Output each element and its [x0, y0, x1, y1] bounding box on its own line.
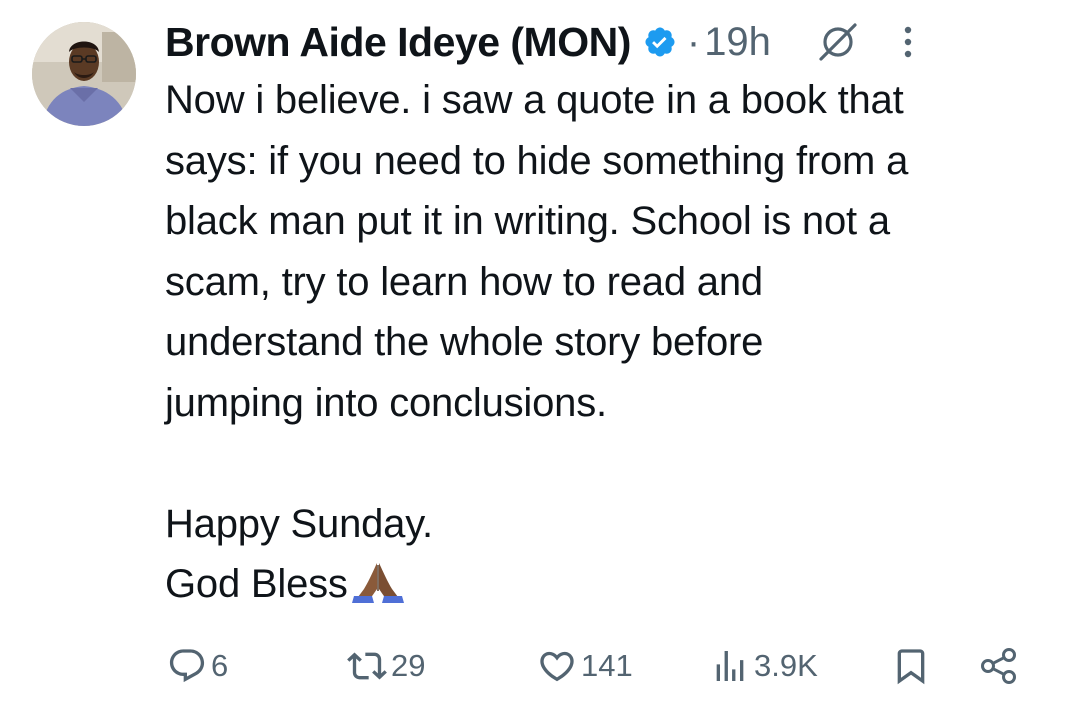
verified-badge-icon[interactable]	[643, 25, 677, 59]
separator-dot: ·	[686, 19, 701, 64]
tweet-actions-bar: 6 29 141 3.9K	[165, 640, 1045, 692]
share-icon	[979, 646, 1019, 686]
bookmark-button[interactable]	[891, 640, 931, 692]
tweet-text-line: says: if you need to hide something from…	[165, 138, 909, 183]
tweet-text: Now i believe. i saw a quote in a book t…	[165, 70, 1065, 615]
like-button[interactable]: 141	[537, 640, 633, 692]
tweet-text-line: jumping into conclusions.	[165, 380, 607, 425]
like-count: 141	[581, 648, 633, 683]
reply-icon	[167, 646, 207, 686]
reply-count: 6	[211, 648, 229, 683]
author-display-name[interactable]: Brown Aide Ideye (MON)	[165, 19, 631, 66]
views-icon	[710, 646, 750, 686]
repost-count: 29	[391, 648, 426, 683]
bookmark-icon	[891, 646, 931, 686]
tweet-text-closing: God Bless	[165, 562, 348, 606]
tweet-text-line: understand the whole story before	[165, 320, 764, 364]
profile-avatar[interactable]	[32, 22, 136, 126]
timestamp[interactable]: 19h	[704, 20, 771, 65]
paragraph-break	[165, 433, 1065, 494]
tweet-text-line: black man put it in writing. School is n…	[165, 199, 890, 243]
grok-icon[interactable]	[817, 21, 859, 63]
tweet-header: Brown Aide Ideye (MON) · 19h	[165, 12, 1060, 72]
more-icon[interactable]	[899, 22, 917, 62]
repost-button[interactable]: 29	[347, 640, 425, 692]
folded-hands-emoji	[348, 559, 408, 603]
tweet-text-line: Now i believe. i saw a quote in a book t…	[165, 78, 904, 122]
views-button[interactable]: 3.9K	[710, 640, 818, 692]
share-button[interactable]	[979, 640, 1019, 692]
heart-icon	[537, 646, 577, 686]
repost-icon	[347, 646, 387, 686]
reply-button[interactable]: 6	[167, 640, 228, 692]
views-count: 3.9K	[754, 648, 818, 683]
tweet-text-line-last: God Bless	[165, 554, 1065, 615]
tweet-text-line: scam, try to learn how to read and	[165, 259, 763, 304]
tweet-text-line: Happy Sunday.	[165, 501, 433, 546]
